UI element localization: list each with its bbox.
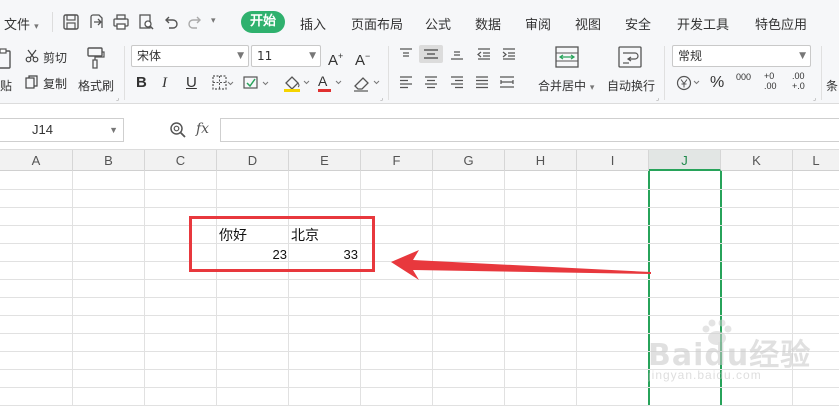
distributed-align-icon[interactable] (498, 75, 516, 89)
format-painter-icon[interactable] (85, 46, 107, 70)
tab-view[interactable]: 视图 (575, 14, 601, 33)
scissors-icon[interactable] (25, 49, 39, 63)
tab-data[interactable]: 数据 (475, 14, 501, 33)
save-icon[interactable] (62, 13, 80, 31)
undo-icon[interactable] (162, 13, 180, 31)
decrease-decimal-button[interactable]: .00 +.0 (792, 71, 810, 91)
decrease-font-icon[interactable]: A− (355, 47, 370, 70)
watermark: Baidu经验 jingyan.baidu.com (640, 318, 830, 388)
ribbon-divider (821, 46, 822, 100)
grid-line (0, 225, 839, 226)
tab-formulas[interactable]: 公式 (425, 14, 451, 33)
ribbon-toolbar: 贴 剪切 复制 格式刷 宋体 ▼ 11 ▼ A+ A− B I U A 合并居中… (0, 42, 839, 104)
grid-line (0, 207, 839, 208)
tab-security[interactable]: 安全 (625, 14, 651, 33)
number-format-select[interactable]: 常规 ▼ (672, 45, 811, 67)
menu-divider (52, 12, 53, 32)
grid-line (0, 189, 839, 190)
column-header-H[interactable]: H (505, 150, 577, 171)
redo-icon[interactable] (186, 13, 204, 31)
justify-icon[interactable] (474, 75, 490, 89)
font-size-select[interactable]: 11 ▼ (251, 45, 321, 67)
alignment-launcher-icon[interactable]: ⌟ (656, 94, 659, 102)
font-name-select[interactable]: 宋体 ▼ (131, 45, 249, 67)
align-left-icon[interactable] (398, 75, 414, 89)
tab-insert[interactable]: 插入 (300, 14, 326, 33)
name-box[interactable]: J14 ▼ (0, 118, 124, 142)
column-headers: A B C D E F G H I J K L (0, 150, 839, 171)
clear-format-icon[interactable] (352, 73, 382, 93)
column-header-B[interactable]: B (73, 150, 145, 171)
borders-icon[interactable] (212, 75, 234, 91)
annotation-arrow-icon (391, 250, 651, 280)
paste-icon[interactable] (0, 48, 14, 70)
format-painter-button[interactable]: 格式刷 (78, 77, 114, 94)
insert-function-icon[interactable]: fx (196, 121, 209, 137)
tab-review[interactable]: 审阅 (525, 14, 551, 33)
column-header-E[interactable]: E (289, 150, 361, 171)
copy-button[interactable]: 复制 (43, 75, 67, 92)
align-right-icon[interactable] (449, 75, 465, 89)
column-header-I[interactable]: I (577, 150, 649, 171)
export-icon[interactable] (87, 13, 105, 31)
thousands-separator-button[interactable]: 000 (736, 73, 751, 82)
conditional-format-button[interactable]: 条 (826, 77, 838, 94)
file-menu[interactable]: 文件 ▾ (4, 14, 39, 33)
number-launcher-icon[interactable]: ⌟ (813, 94, 816, 102)
fill-color-icon[interactable] (282, 73, 312, 93)
bold-button[interactable]: B (136, 74, 147, 92)
increase-decimal-button[interactable]: +0 .00 (764, 71, 782, 91)
align-center-icon[interactable] (423, 75, 439, 89)
tab-special-apps[interactable]: 特色应用 (755, 14, 807, 33)
cut-button[interactable]: 剪切 (43, 49, 67, 66)
font-color-icon[interactable]: A (316, 73, 344, 93)
underline-button[interactable]: U (186, 74, 197, 92)
highlight-box (189, 216, 375, 272)
svg-text:A: A (318, 73, 328, 89)
print-icon[interactable] (112, 13, 130, 31)
copy-icon[interactable] (25, 75, 39, 89)
align-bottom-icon[interactable] (449, 47, 465, 61)
formula-bar: J14 ▼ fx (0, 104, 839, 150)
grid-line (0, 243, 839, 244)
column-header-G[interactable]: G (433, 150, 505, 171)
increase-font-icon[interactable]: A+ (328, 47, 343, 70)
align-middle-icon[interactable] (419, 45, 443, 63)
indent-icon[interactable] (501, 47, 517, 61)
print-preview-icon[interactable] (137, 13, 155, 31)
grid-line (0, 297, 839, 298)
menu-bar: 文件 ▾ ▾ 开始 插入 页面布局 公式 数据 审阅 视图 安全 开发工具 特色… (0, 0, 839, 42)
column-header-L[interactable]: L (793, 150, 839, 171)
percent-button[interactable]: % (710, 74, 724, 92)
italic-button[interactable]: I (162, 74, 167, 92)
tab-developer[interactable]: 开发工具 (677, 14, 729, 33)
wrap-text-icon[interactable] (618, 46, 642, 68)
column-header-F[interactable]: F (361, 150, 433, 171)
column-header-J[interactable]: J (649, 150, 721, 171)
align-top-icon[interactable] (398, 47, 414, 61)
clipboard-launcher-icon[interactable]: ⌟ (116, 94, 119, 102)
cell-style-icon[interactable] (243, 75, 273, 91)
tab-home[interactable]: 开始 (241, 11, 285, 33)
wrap-text-button[interactable]: 自动换行 (607, 77, 655, 94)
watermark-url: jingyan.baidu.com (648, 368, 762, 382)
currency-icon[interactable] (676, 75, 702, 91)
zoom-search-icon[interactable] (169, 121, 187, 139)
grid-line (0, 315, 839, 316)
outdent-icon[interactable] (476, 47, 492, 61)
font-launcher-icon[interactable]: ⌟ (380, 94, 383, 102)
column-header-A[interactable]: A (0, 150, 73, 171)
formula-input[interactable] (220, 118, 839, 142)
merge-center-button[interactable]: 合并居中 ▾ (538, 77, 594, 94)
ribbon-divider (124, 46, 125, 100)
paste-label[interactable]: 贴 (0, 77, 12, 94)
quick-access-dropdown-icon[interactable]: ▾ (211, 16, 229, 34)
ribbon-divider (388, 46, 389, 100)
tab-page-layout[interactable]: 页面布局 (351, 14, 403, 33)
merge-center-icon[interactable] (555, 46, 579, 68)
column-header-D[interactable]: D (217, 150, 289, 171)
ribbon-divider (664, 46, 665, 100)
column-header-C[interactable]: C (145, 150, 217, 171)
column-header-K[interactable]: K (721, 150, 793, 171)
